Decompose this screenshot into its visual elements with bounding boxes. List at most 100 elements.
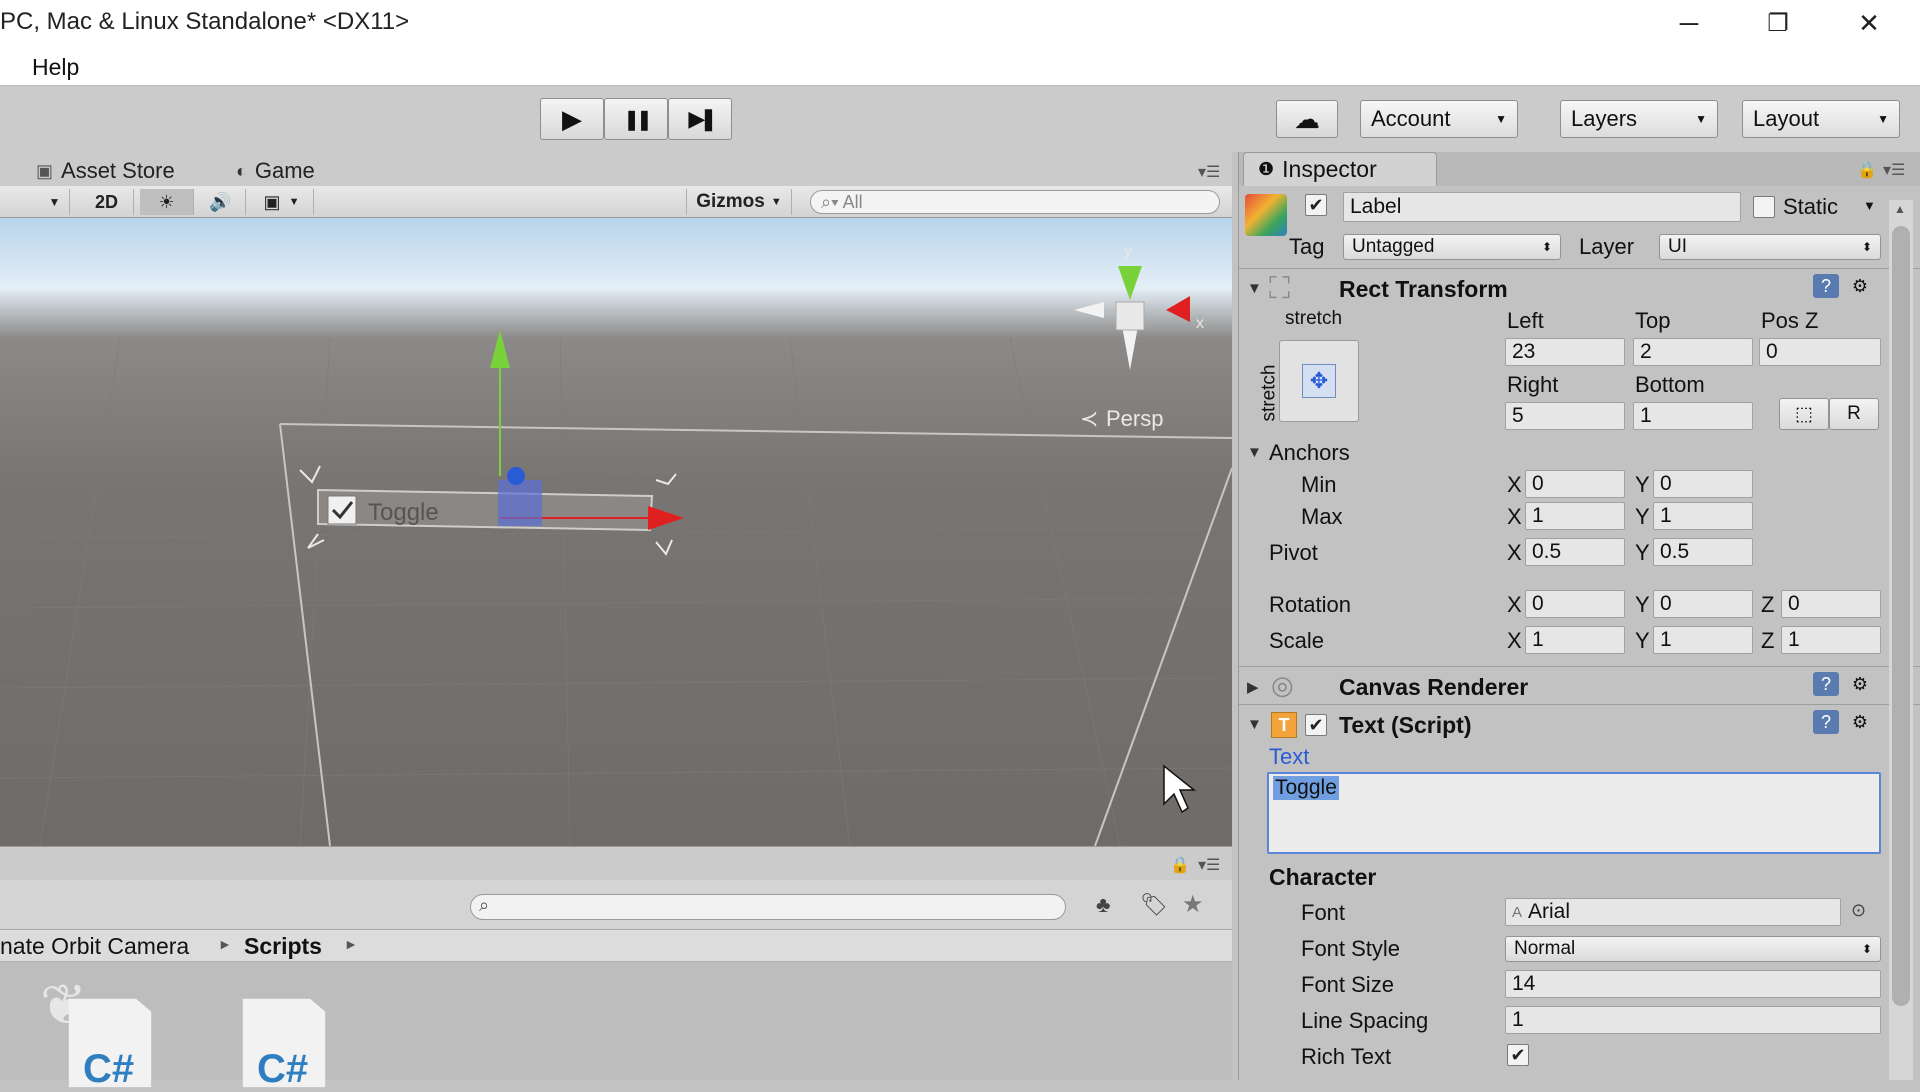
bottom-field[interactable]: 1: [1633, 402, 1753, 430]
collapse-triangle-icon[interactable]: ▼: [1247, 716, 1262, 733]
2d-toggle[interactable]: 2D: [80, 189, 134, 215]
gizmo-y-cone[interactable]: [1118, 266, 1142, 300]
x-label: X: [1507, 472, 1522, 497]
scale-z-field[interactable]: 1: [1781, 626, 1881, 654]
restore-button[interactable]: ❐: [1735, 0, 1821, 46]
anchor-min-x-field[interactable]: 0: [1525, 470, 1625, 498]
scale-x-field[interactable]: 1: [1525, 626, 1625, 654]
audio-toggle[interactable]: 🔊: [196, 189, 246, 215]
text-enabled-checkbox[interactable]: ✔: [1305, 714, 1327, 736]
pivot-y-field[interactable]: 0.5: [1653, 538, 1753, 566]
gizmo-neg-y-cone[interactable]: [1122, 326, 1138, 370]
expand-triangle-icon[interactable]: ▶: [1247, 678, 1259, 696]
main-toolbar: ▶ ❚❚ ▶❚ ☁ Account ▼ Layers ▼ Layout ▼: [0, 86, 1920, 152]
close-button[interactable]: ✕: [1826, 0, 1912, 46]
breadcrumb-item[interactable]: Scripts: [244, 933, 322, 960]
object-name-field[interactable]: Label: [1343, 192, 1741, 222]
anchor-presets-button[interactable]: ✥: [1279, 340, 1359, 422]
scale-y-field[interactable]: 1: [1653, 626, 1753, 654]
rich-text-checkbox[interactable]: ✔: [1507, 1044, 1529, 1066]
gear-icon[interactable]: ⚙: [1847, 710, 1873, 734]
effects-dropdown[interactable]: ▣ ▼: [250, 189, 314, 215]
tag-icon[interactable]: 🏷: [1140, 892, 1168, 918]
left-field[interactable]: 23: [1505, 338, 1625, 366]
cloud-button[interactable]: ☁: [1276, 100, 1338, 138]
minimize-button[interactable]: ─: [1646, 0, 1732, 46]
blueprint-mode-button[interactable]: ⬚: [1779, 398, 1829, 430]
scroll-up-icon[interactable]: ▲: [1894, 202, 1906, 216]
rotation-z-field[interactable]: 0: [1781, 590, 1881, 618]
object-picker-icon[interactable]: ⊙: [1851, 900, 1866, 921]
star-icon[interactable]: ★: [1182, 890, 1204, 919]
static-checkbox[interactable]: [1753, 196, 1775, 218]
account-dropdown[interactable]: Account ▼: [1360, 100, 1518, 138]
help-book-icon[interactable]: ?: [1813, 672, 1839, 696]
pause-button[interactable]: ❚❚: [604, 98, 668, 140]
help-book-icon[interactable]: ?: [1813, 274, 1839, 298]
scene-search-input[interactable]: ⌕▾ All: [810, 190, 1220, 214]
anchor-max-x-field[interactable]: 1: [1525, 502, 1625, 530]
filter-type-icon[interactable]: ♣: [1096, 892, 1110, 918]
layout-dropdown[interactable]: Layout ▼: [1742, 100, 1900, 138]
panel-menu-icon[interactable]: ▾☰: [1883, 160, 1905, 180]
pivot-plane[interactable]: [498, 480, 542, 526]
raw-edit-button[interactable]: R: [1829, 398, 1879, 430]
font-style-dropdown[interactable]: Normal ⬍: [1505, 936, 1881, 962]
active-checkbox[interactable]: ✔: [1305, 194, 1327, 216]
divider: [1239, 268, 1920, 269]
gear-icon[interactable]: ⚙: [1847, 274, 1873, 298]
scene-viewport[interactable]: Toggle y x ≺ Persp: [0, 218, 1232, 846]
collapse-triangle-icon[interactable]: ▼: [1247, 444, 1262, 461]
csharp-script-file[interactable]: C#: [242, 998, 326, 1088]
persp-label[interactable]: Persp: [1106, 406, 1163, 431]
anchor-max-y-field[interactable]: 1: [1653, 502, 1753, 530]
gizmo-center-cube[interactable]: [1115, 301, 1145, 331]
layers-dropdown[interactable]: Layers ▼: [1560, 100, 1718, 138]
rotation-x-field[interactable]: 0: [1525, 590, 1625, 618]
gizmos-dropdown[interactable]: Gizmos ▼: [686, 189, 792, 215]
panel-menu-icon[interactable]: ▾☰: [1198, 855, 1220, 875]
lock-icon[interactable]: 🔒: [1857, 160, 1877, 180]
rotation-y-field[interactable]: 0: [1653, 590, 1753, 618]
panel-menu-icon[interactable]: ▾☰: [1198, 162, 1220, 182]
account-label: Account: [1371, 106, 1451, 131]
scene-canvas[interactable]: Toggle y x ≺ Persp: [0, 218, 1232, 846]
y-arrow-icon[interactable]: [490, 330, 510, 368]
help-book-icon[interactable]: ?: [1813, 710, 1839, 734]
tab-asset-store[interactable]: ▣ Asset Store: [36, 156, 175, 186]
chevron-down-icon[interactable]: ▼: [1863, 198, 1876, 213]
gizmo-neg-x-cone[interactable]: [1074, 302, 1104, 318]
draw-mode-dropdown[interactable]: ▼: [0, 189, 70, 215]
butterfly-watermark-icon: ❦: [40, 973, 87, 1036]
tab-game[interactable]: ◐ Game: [236, 156, 315, 186]
step-button[interactable]: ▶❚: [668, 98, 732, 140]
collapse-triangle-icon[interactable]: ▼: [1247, 280, 1262, 297]
font-size-field[interactable]: 14: [1505, 970, 1881, 998]
font-field[interactable]: A Arial: [1505, 898, 1841, 926]
pivot-handle[interactable]: [507, 467, 525, 485]
scrollbar-thumb[interactable]: [1892, 226, 1910, 1006]
pivot-x-field[interactable]: 0.5: [1525, 538, 1625, 566]
line-spacing-field[interactable]: 1: [1505, 1006, 1881, 1034]
layer-dropdown[interactable]: UI ⬍: [1659, 234, 1881, 260]
inspector-scrollbar[interactable]: ▲: [1889, 200, 1913, 1080]
lock-icon[interactable]: 🔒: [1170, 855, 1190, 875]
tab-inspector[interactable]: ❶ Inspector: [1243, 152, 1437, 186]
play-button[interactable]: ▶: [540, 98, 604, 140]
menu-help[interactable]: Help: [32, 54, 79, 81]
toggle-checkbox[interactable]: [327, 495, 357, 525]
anchor-min-y-field[interactable]: 0: [1653, 470, 1753, 498]
inspector-tab-bar: ❶ Inspector 🔒 ▾☰: [1239, 152, 1920, 186]
tag-dropdown[interactable]: Untagged ⬍: [1343, 234, 1561, 260]
orientation-gizmo[interactable]: y x: [1074, 243, 1204, 370]
x-arrow-icon[interactable]: [648, 506, 684, 530]
posz-field[interactable]: 0: [1759, 338, 1881, 366]
project-search-input[interactable]: ⌕: [470, 894, 1066, 920]
text-value-area[interactable]: Toggle: [1267, 772, 1881, 854]
top-field[interactable]: 2: [1633, 338, 1753, 366]
right-field[interactable]: 5: [1505, 402, 1625, 430]
breadcrumb-item[interactable]: nate Orbit Camera: [0, 933, 189, 960]
lighting-toggle[interactable]: ☀: [140, 189, 194, 215]
gizmo-x-cone[interactable]: [1166, 296, 1190, 322]
gear-icon[interactable]: ⚙: [1847, 672, 1873, 696]
